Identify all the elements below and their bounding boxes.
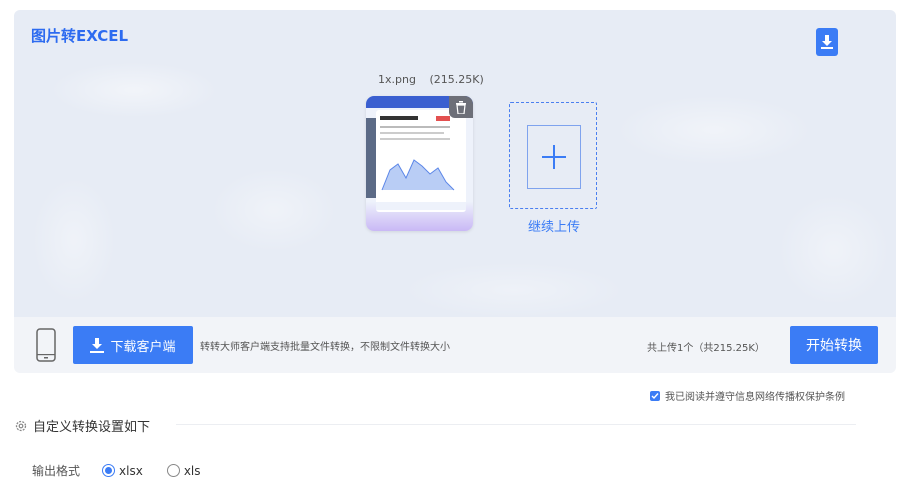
format-option-label: xls bbox=[183, 463, 201, 478]
add-more-label[interactable]: 继续上传 bbox=[528, 216, 580, 235]
radio-xlsx[interactable] bbox=[102, 464, 116, 477]
radio-xls[interactable] bbox=[166, 464, 180, 477]
file-size: (215.25K) bbox=[429, 73, 484, 86]
output-format-row: 输出格式 xlsx xls bbox=[32, 462, 225, 479]
gear-icon bbox=[15, 420, 27, 431]
settings-header: 自定义转换设置如下 bbox=[14, 416, 150, 435]
format-option-label: xlsx bbox=[119, 463, 143, 478]
settings-divider bbox=[176, 424, 856, 425]
agreement-text: 我已阅读并遵守信息网络传播权保护条例 bbox=[665, 392, 845, 403]
check-icon bbox=[651, 392, 659, 399]
plus-icon bbox=[527, 125, 581, 189]
format-option-xlsx[interactable]: xlsx bbox=[102, 464, 143, 478]
download-client-label: 下载客户端 bbox=[110, 338, 176, 354]
action-bar: 下载客户端 转转大师客户端支持批量文件转换，不限制文件转换大小 共上传1个（共2… bbox=[14, 317, 896, 373]
agreement-row[interactable]: 我已阅读并遵守信息网络传播权保护条例 bbox=[650, 388, 845, 403]
client-note: 转转大师客户端支持批量文件转换，不限制文件转换大小 bbox=[200, 342, 450, 353]
agreement-checkbox[interactable] bbox=[650, 390, 660, 401]
page-title: 图片转EXCEL bbox=[31, 27, 129, 45]
format-option-xls[interactable]: xls bbox=[166, 463, 201, 478]
upload-panel: 图片转EXCEL 1x.png (215.25K) 继续上传 bbox=[14, 10, 896, 317]
output-format-label: 输出格式 bbox=[32, 464, 81, 478]
download-client-button[interactable]: 下载客户端 bbox=[73, 326, 193, 364]
phone-icon bbox=[36, 328, 56, 366]
file-thumbnail[interactable] bbox=[366, 96, 473, 231]
file-name: 1x.png bbox=[378, 73, 416, 86]
upload-count: 共上传1个（共215.25K） bbox=[647, 343, 765, 354]
add-file-button[interactable] bbox=[509, 102, 597, 209]
settings-title: 自定义转换设置如下 bbox=[33, 420, 151, 435]
file-caption: 1x.png (215.25K) bbox=[378, 73, 494, 86]
start-convert-button[interactable]: 开始转换 bbox=[790, 326, 878, 364]
thumbnail-card bbox=[376, 110, 466, 212]
trash-icon[interactable] bbox=[449, 96, 473, 118]
download-icon bbox=[90, 337, 105, 353]
download-icon[interactable] bbox=[816, 28, 838, 56]
